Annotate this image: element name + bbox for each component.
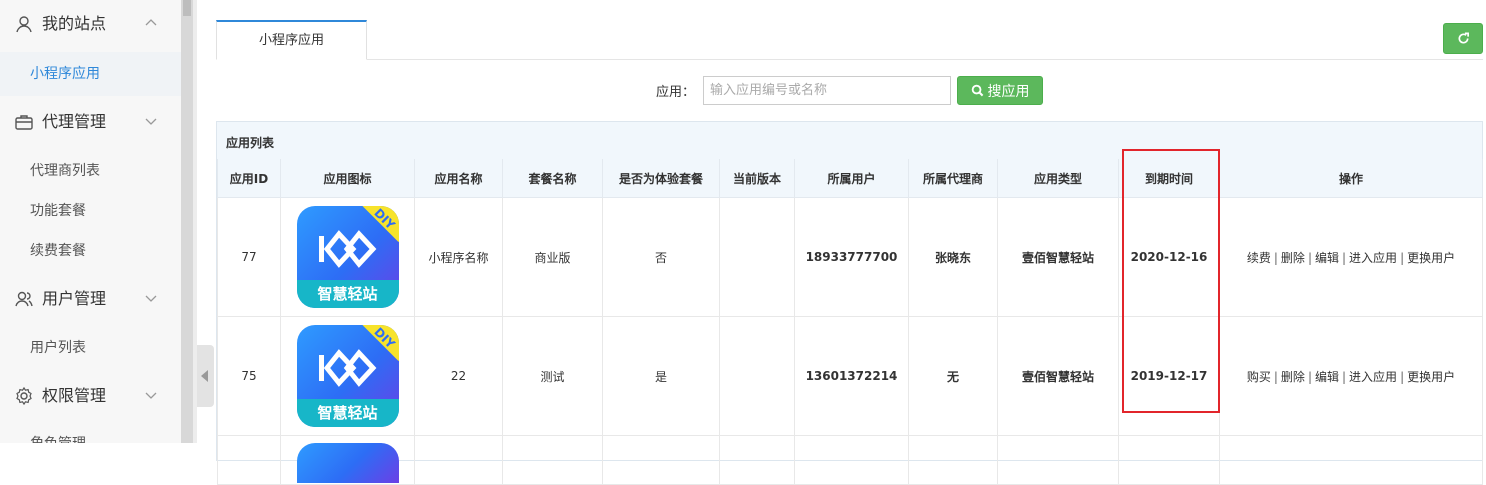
cell-package: 商业版 [502,197,603,317]
cell-agent: 无 [908,316,998,436]
enter-app-link[interactable]: 进入应用 [1349,251,1397,265]
renew-link[interactable]: 续费 [1247,251,1271,265]
cell-app-name: 22 [414,316,503,436]
cell-app-type: 壹佰智慧轻站 [997,197,1119,317]
sidebar-item-mini-program[interactable]: 小程序应用 [30,64,100,84]
search-button[interactable]: 搜应用 [957,76,1043,105]
col-header: 当前版本 [719,159,795,198]
user-icon [16,16,32,33]
cell-expire: 2019-12-17 [1118,316,1220,436]
col-header: 应用图标 [280,159,415,198]
nav-group-label: 用户管理 [42,289,107,308]
cell-package: 测试 [502,316,603,436]
cell-version [719,197,795,317]
col-header: 操作 [1219,159,1483,198]
sidebar-collapse-button[interactable] [197,345,214,407]
cell-agent: 张晓东 [908,197,998,317]
chevron-down-icon [145,118,157,125]
briefcase-icon [15,115,33,130]
buy-link[interactable]: 购买 [1247,370,1271,384]
sidebar-item-agent-list[interactable]: 代理商列表 [30,161,100,181]
cell-trial: 否 [602,197,720,317]
app-icon-caption: 智慧轻站 [296,399,399,427]
gear-icon [16,386,32,406]
app-icon-image[interactable]: DIY 智慧轻站 [296,325,399,427]
table-row: 75 DIY 智慧轻站 22 测试 是 13601372214 无 壹佰智慧轻站… [217,316,1483,436]
edit-link[interactable]: 编辑 [1315,370,1339,384]
chevron-up-icon [145,19,157,26]
refresh-icon [1458,32,1469,44]
sidebar-item-packages[interactable]: 功能套餐 [30,201,86,221]
sidebar-item-renew-packages[interactable]: 续费套餐 [30,241,86,261]
cell-app-id: 75 [217,316,281,436]
table-header-row: 应用ID 应用图标 应用名称 套餐名称 是否为体验套餐 当前版本 所属用户 所属… [217,159,1483,198]
users-icon [15,291,33,307]
cell-expire: 2020-12-16 [1118,197,1220,317]
nav-group-permissions[interactable]: 权限管理 [0,372,181,420]
change-user-link[interactable]: 更换用户 [1407,370,1455,384]
search-button-label: 搜应用 [987,83,1030,100]
search-label: 应用： [656,85,696,100]
tab-mini-program[interactable]: 小程序应用 [216,20,367,60]
cell-trial: 是 [602,316,720,436]
app-logo-icon [318,349,376,387]
col-header: 是否为体验套餐 [602,159,720,198]
edit-link[interactable]: 编辑 [1315,251,1339,265]
nav-group-agent[interactable]: 代理管理 [0,98,181,146]
cell-app-icon: DIY 智慧轻站 [280,197,415,317]
col-header: 所属代理商 [908,159,998,198]
change-user-link[interactable]: 更换用户 [1407,251,1455,265]
cell-operations: 续费 | 删除 | 编辑 | 进入应用 | 更换用户 [1219,197,1483,317]
col-header: 所属用户 [794,159,909,198]
app-logo-icon [318,230,376,268]
cell-app-id: 77 [217,197,281,317]
app-table: 应用ID 应用图标 应用名称 套餐名称 是否为体验套餐 当前版本 所属用户 所属… [217,159,1483,485]
enter-app-link[interactable]: 进入应用 [1349,370,1397,384]
cell-app-name: 小程序名称 [414,197,503,317]
sidebar-item-user-list[interactable]: 用户列表 [30,338,86,358]
app-list-panel: 应用列表 应用ID 应用图标 应用名称 套餐名称 是否为体验套餐 当前版本 所属… [216,121,1483,485]
search-icon [971,84,983,97]
delete-link[interactable]: 删除 [1281,251,1305,265]
chevron-down-icon [145,295,157,302]
nav-group-users[interactable]: 用户管理 [0,275,181,323]
chevron-left-icon [201,370,208,382]
chevron-down-icon [145,392,157,399]
sidebar: 我的站点 小程序应用 代理管理 代理商列表 功能套餐 续费套餐 用户管理 用户列… [0,0,182,443]
col-header: 到期时间 [1118,159,1220,198]
tab-bar-line [216,59,1483,60]
panel-title: 应用列表 [226,136,275,150]
cell-user: 18933777700 [794,197,909,317]
app-icon-caption: 智慧轻站 [296,280,399,308]
cell-app-type: 壹佰智慧轻站 [997,316,1119,436]
search-input[interactable] [703,76,951,105]
cell-app-icon: DIY 智慧轻站 [280,316,415,436]
refresh-button[interactable] [1443,23,1483,54]
col-header: 套餐名称 [502,159,603,198]
nav-group-label: 代理管理 [42,112,107,131]
sidebar-item-role-mgmt[interactable]: 角色管理 [30,434,86,443]
cell-user: 13601372214 [794,316,909,436]
nav-group-label: 我的站点 [42,14,107,33]
nav-group-label: 权限管理 [42,386,107,405]
panel-header: 应用列表 [217,122,1482,160]
table-row: 77 DIY 智慧轻站 小程序名称 商业版 否 18933777700 张晓东 … [217,197,1483,317]
cell-operations: 购买 | 删除 | 编辑 | 进入应用 | 更换用户 [1219,316,1483,436]
app-icon-image[interactable] [296,443,399,483]
app-icon-image[interactable]: DIY 智慧轻站 [296,206,399,308]
nav-group-my-site[interactable]: 我的站点 [0,0,181,48]
cell-version [719,316,795,436]
sidebar-scrollbar[interactable] [181,0,193,443]
col-header: 应用ID [217,159,281,198]
col-header: 应用类型 [997,159,1119,198]
col-header: 应用名称 [414,159,503,198]
scrollbar-thumb[interactable] [183,0,191,16]
delete-link[interactable]: 删除 [1281,370,1305,384]
